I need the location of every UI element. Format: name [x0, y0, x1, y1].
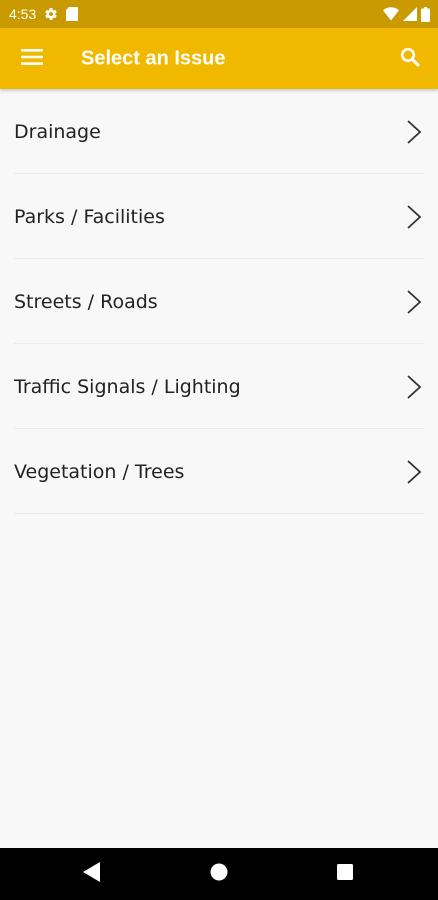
chevron-right-icon — [404, 288, 424, 316]
chevron-right-icon — [404, 373, 424, 401]
back-button[interactable] — [80, 862, 104, 886]
back-icon — [83, 862, 101, 886]
status-left: 4:53 — [9, 6, 79, 22]
home-button[interactable] — [207, 862, 231, 886]
settings-icon — [44, 7, 58, 21]
chevron-right-icon — [404, 118, 424, 146]
status-right — [383, 6, 430, 22]
chevron-right-icon — [404, 203, 424, 231]
home-icon — [210, 863, 228, 885]
battery-icon — [421, 6, 430, 22]
recents-icon — [337, 864, 353, 884]
chevron-right-icon — [404, 458, 424, 486]
menu-button[interactable] — [20, 47, 44, 71]
recents-button[interactable] — [333, 862, 357, 886]
list-item-traffic-signals-lighting[interactable]: Traffic Signals / Lighting — [0, 344, 438, 429]
search-icon — [400, 47, 420, 71]
list-item-label: Streets / Roads — [14, 290, 158, 313]
issue-list: Drainage Parks / Facilities Streets / Ro… — [0, 89, 438, 514]
system-nav-bar — [0, 848, 438, 900]
list-item-label: Traffic Signals / Lighting — [14, 375, 241, 398]
list-item-parks-facilities[interactable]: Parks / Facilities — [0, 174, 438, 259]
sd-card-icon — [66, 7, 79, 21]
wifi-icon — [383, 7, 399, 21]
status-bar: 4:53 — [0, 0, 438, 28]
hamburger-menu-icon — [21, 48, 43, 69]
list-item-label: Vegetation / Trees — [14, 460, 185, 483]
list-item-label: Drainage — [14, 120, 101, 143]
signal-icon — [403, 7, 417, 21]
status-time: 4:53 — [9, 6, 37, 22]
app-bar: Select an Issue — [0, 28, 438, 89]
search-button[interactable] — [398, 47, 422, 71]
list-item-streets-roads[interactable]: Streets / Roads — [0, 259, 438, 344]
screen: 4:53 Select an Issue Drainage Parks / Fa… — [0, 0, 438, 900]
list-item-drainage[interactable]: Drainage — [0, 89, 438, 174]
list-item-label: Parks / Facilities — [14, 205, 165, 228]
page-title: Select an Issue — [81, 47, 226, 69]
list-item-vegetation-trees[interactable]: Vegetation / Trees — [0, 429, 438, 514]
